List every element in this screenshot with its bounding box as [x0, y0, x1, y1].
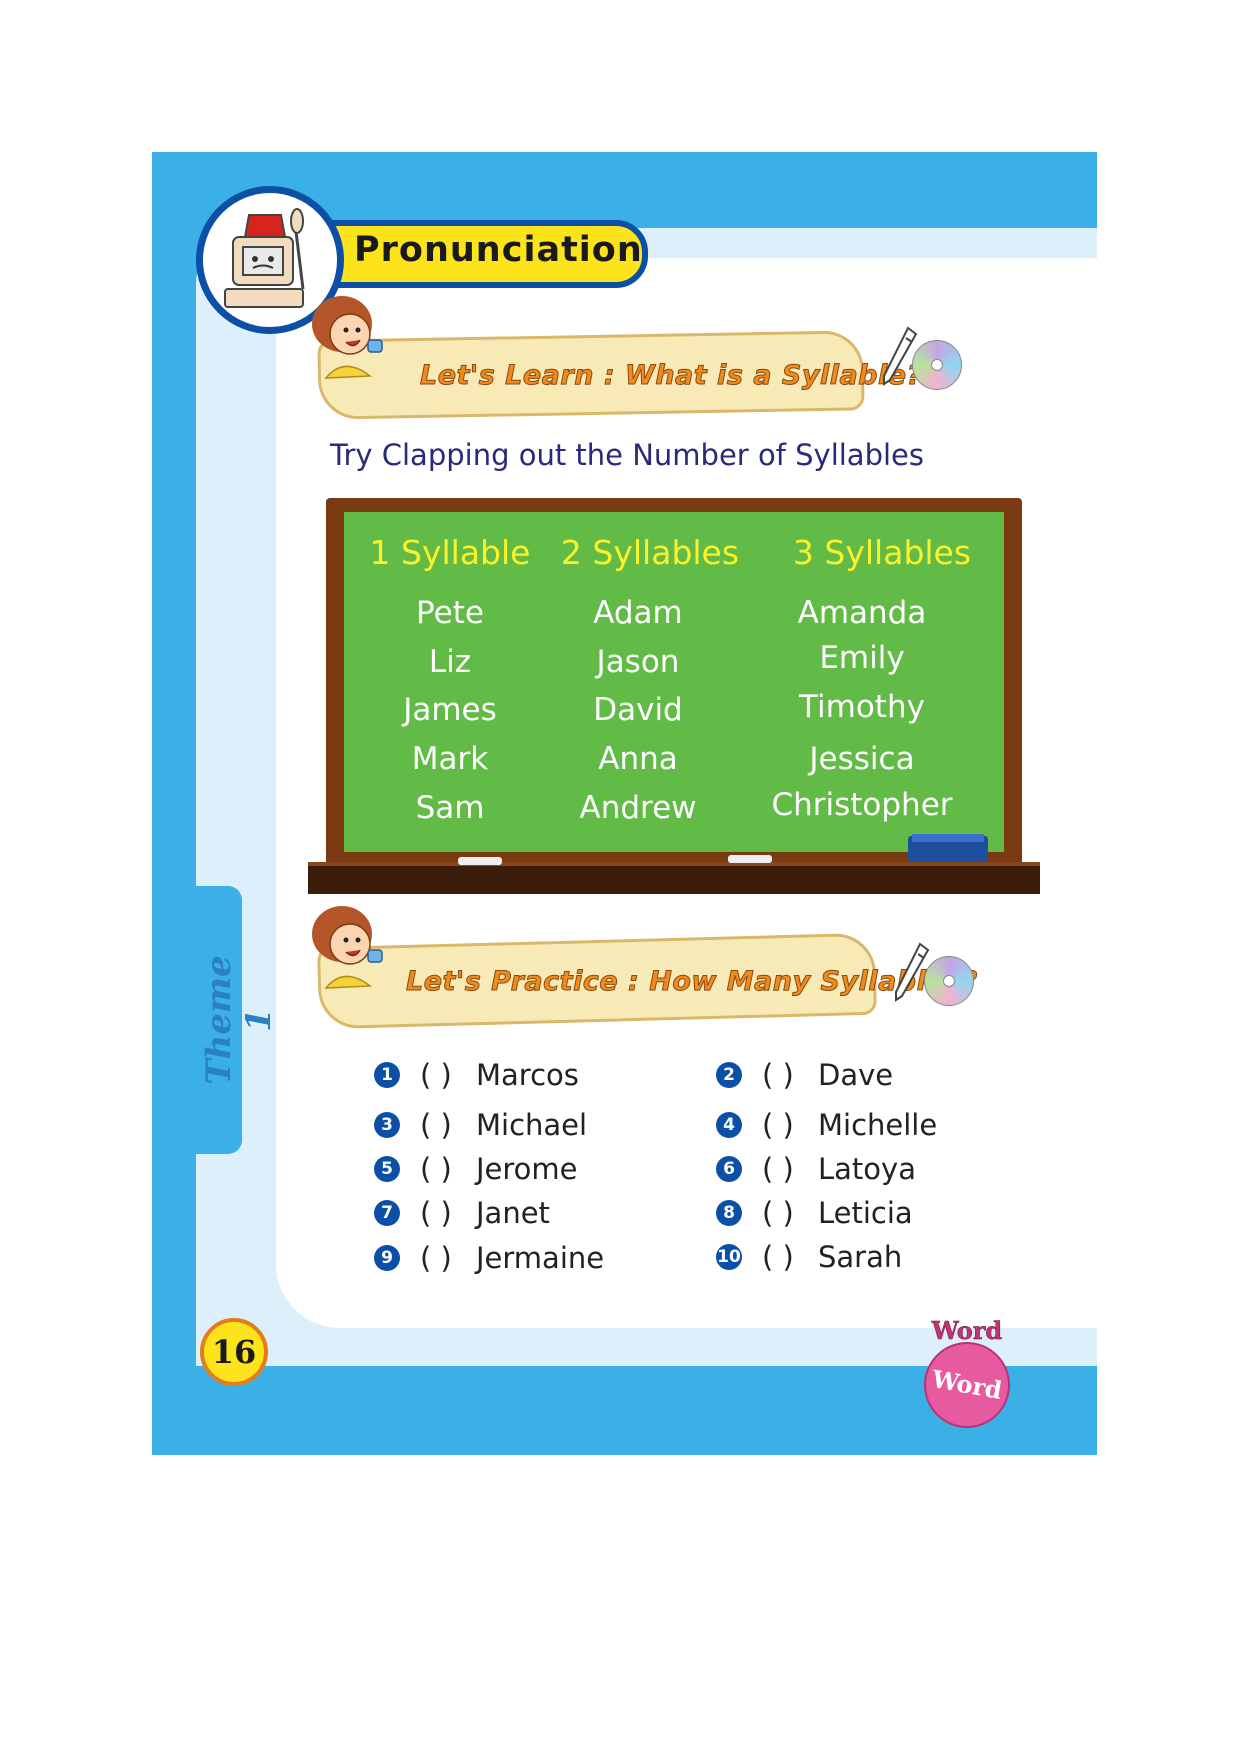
practice-item: 7 ( ) Janet [374, 1196, 550, 1230]
answer-blank[interactable]: ( ) [762, 1152, 818, 1186]
chalkboard-name: Emily [819, 640, 905, 676]
column-heading-1-syllable: 1 Syllable [369, 533, 531, 572]
chalkboard-name: James [403, 692, 497, 728]
item-number: 10 [716, 1244, 742, 1270]
answer-blank[interactable]: ( ) [762, 1058, 818, 1092]
girl-clapping-icon [300, 900, 396, 996]
practice-name: Latoya [818, 1152, 916, 1186]
word-badge-top: Word [931, 1316, 1003, 1346]
chalkboard-name: Sam [415, 790, 485, 826]
practice-item: 10 ( ) Sarah [716, 1240, 902, 1274]
answer-blank[interactable]: ( ) [420, 1152, 476, 1186]
practice-name: Leticia [818, 1196, 913, 1230]
chalkboard-name: Timothy [799, 689, 925, 725]
chalkboard-name: Andrew [579, 790, 697, 826]
answer-blank[interactable]: ( ) [420, 1058, 476, 1092]
column-heading-3-syllables: 3 Syllables [792, 533, 972, 572]
practice-item: 6 ( ) Latoya [716, 1152, 916, 1186]
chalkboard-name: Amanda [797, 595, 927, 631]
column-heading-2-syllables: 2 Syllables [560, 533, 740, 572]
item-number: 9 [374, 1245, 400, 1271]
theme-label: Theme 1 [199, 955, 279, 1085]
chalkboard-name: Christopher [771, 787, 953, 823]
practice-item: 9 ( ) Jermaine [374, 1241, 604, 1275]
girl-clapping-icon [300, 290, 396, 386]
practice-name: Dave [818, 1058, 894, 1092]
chalkboard-name: Jason [596, 644, 680, 680]
item-number: 8 [716, 1200, 742, 1226]
practice-name: Michelle [818, 1108, 938, 1142]
practice-name: Jerome [476, 1152, 578, 1186]
subtitle: Try Clapping out the Number of Syllables [330, 438, 924, 472]
practice-name: Marcos [476, 1058, 579, 1092]
answer-blank[interactable]: ( ) [762, 1240, 818, 1274]
practice-name: Janet [476, 1196, 550, 1230]
learn-banner-text: Let's Learn : What is a Syllable? [420, 360, 923, 392]
chalkboard-name: Adam [593, 595, 683, 631]
practice-item: 3 ( ) Michael [374, 1108, 587, 1142]
item-number: 3 [374, 1112, 400, 1138]
item-number: 5 [374, 1156, 400, 1182]
answer-blank[interactable]: ( ) [762, 1196, 818, 1230]
page-title: Pronunciation [354, 230, 643, 270]
practice-name: Jermaine [476, 1241, 605, 1275]
chalk-icon [458, 857, 502, 865]
answer-blank[interactable]: ( ) [420, 1241, 476, 1275]
chalkboard-ledge [308, 866, 1040, 894]
chalkboard-name: Jessica [809, 741, 915, 777]
answer-blank[interactable]: ( ) [420, 1108, 476, 1142]
eraser-top [912, 834, 984, 842]
answer-blank[interactable]: ( ) [420, 1196, 476, 1230]
page-number: 16 [200, 1318, 268, 1386]
practice-item: 4 ( ) Michelle [716, 1108, 937, 1142]
practice-item: 1 ( ) Marcos [374, 1058, 579, 1092]
chalkboard-name: Anna [598, 741, 678, 777]
cd-icon [912, 340, 962, 390]
chalkboard-name: Liz [428, 644, 472, 680]
item-number: 6 [716, 1156, 742, 1182]
chalk-icon [728, 855, 772, 863]
practice-item: 2 ( ) Dave [716, 1058, 893, 1092]
practice-item: 8 ( ) Leticia [716, 1196, 913, 1230]
practice-name: Sarah [818, 1240, 903, 1274]
item-number: 1 [374, 1062, 400, 1088]
cd-icon [924, 956, 974, 1006]
practice-name: Michael [476, 1108, 588, 1142]
answer-blank[interactable]: ( ) [762, 1108, 818, 1142]
chalkboard-name: David [593, 692, 683, 728]
item-number: 2 [716, 1062, 742, 1088]
practice-item: 5 ( ) Jerome [374, 1152, 578, 1186]
item-number: 4 [716, 1112, 742, 1138]
item-number: 7 [374, 1200, 400, 1226]
chalkboard-name: Mark [411, 741, 489, 777]
chalkboard-name: Pete [416, 595, 484, 631]
